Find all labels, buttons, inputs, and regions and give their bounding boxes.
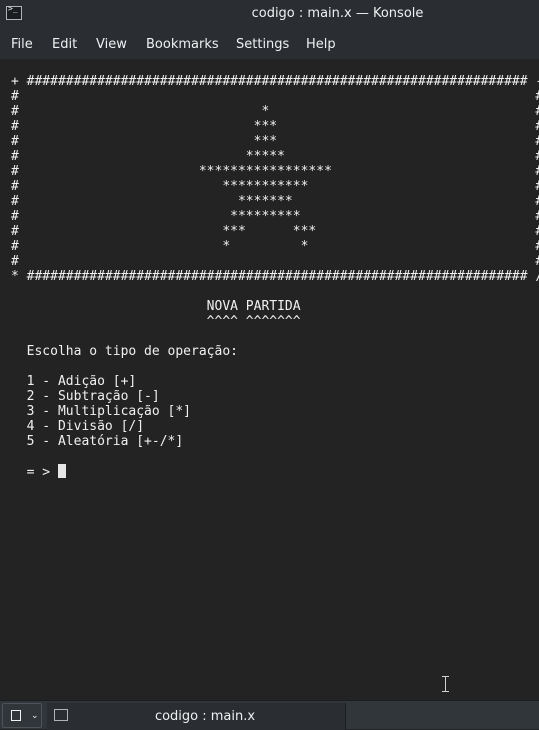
terminal-output: + ######################################… (11, 74, 539, 480)
window-title: codigo : main.x — Konsole (251, 6, 424, 21)
chevron-down-icon[interactable]: ⌄ (31, 711, 39, 721)
terminal-lines: + ######################################… (11, 74, 539, 449)
ibeam-cursor-icon (441, 676, 450, 692)
title-bar[interactable]: codigo : main.x — Konsole (0, 0, 539, 30)
menu-view[interactable]: View (96, 37, 127, 52)
new-tab-icon (11, 710, 21, 721)
menu-edit[interactable]: Edit (52, 37, 77, 52)
menu-help[interactable]: Help (306, 37, 336, 52)
text-cursor (57, 464, 66, 478)
tab-codigo-main[interactable]: codigo : main.x (47, 703, 346, 730)
tab-label: codigo : main.x (154, 709, 256, 724)
menu-file[interactable]: File (11, 37, 33, 52)
new-tab-button[interactable]: ⌄ (2, 703, 42, 728)
menu-settings[interactable]: Settings (236, 37, 289, 52)
menu-bar: File Edit View Bookmarks Settings Help (0, 30, 539, 59)
menu-bookmarks[interactable]: Bookmarks (146, 37, 219, 52)
terminal-area[interactable]: + ######################################… (0, 59, 539, 700)
tab-bar: ⌄ codigo : main.x (0, 700, 539, 730)
terminal-prompt: = > (11, 465, 58, 480)
